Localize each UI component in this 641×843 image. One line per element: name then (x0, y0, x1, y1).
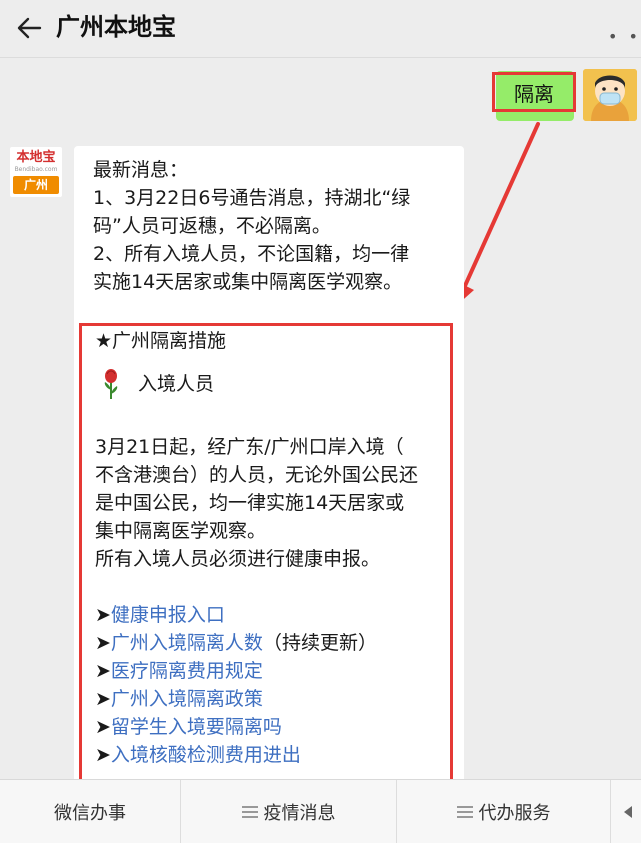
link-row: ➤医疗隔离费用规定 (95, 657, 450, 685)
user-avatar[interactable] (583, 69, 637, 121)
link-quarantine-policy[interactable]: 广州入境隔离政策 (111, 688, 263, 710)
menu-divider (610, 780, 611, 843)
menu-epidemic-news[interactable]: 疫情消息 (181, 780, 396, 843)
link-students-quarantine[interactable]: 留学生入境要隔离吗 (111, 716, 282, 738)
bullet-arrow-icon: ➤ (95, 604, 111, 626)
bullet-arrow-icon: ➤ (95, 716, 111, 738)
bullet-arrow-icon: ➤ (95, 688, 111, 710)
link-test-fees[interactable]: 入境核酸检测费用进出 (111, 744, 301, 766)
official-account-avatar[interactable]: 本地宝 Bendibao.com 广州 (10, 147, 62, 197)
intro-line: 2、所有入境人员，不论国籍，均一律 (93, 243, 410, 265)
menu-wechat-services[interactable]: 微信办事 (0, 780, 180, 843)
bottom-menu-bar: 微信办事 疫情消息 代办服务 (0, 779, 641, 843)
link-suffix: （持续更新） (262, 632, 377, 654)
intro-line: 实施14天居家或集中隔离医学观察。 (93, 271, 403, 293)
highlight-frame: ★广州隔离措施 入境人员 3月21日起，经广东/广州口岸入境（ 不含港澳台）的人… (79, 323, 453, 787)
link-row: ➤广州入境隔离人数（持续更新） (95, 629, 450, 657)
link-quarantine-count[interactable]: 广州入境隔离人数 (111, 632, 263, 654)
bot-intro-text: 最新消息： 1、3月22日6号通告消息，持湖北“绿 码”人员可返穗，不必隔离。 … (93, 156, 458, 296)
subsection-header: 入境人员 (95, 363, 450, 405)
menu-agency-services[interactable]: 代办服务 (397, 780, 610, 843)
body-line: 所有入境人员必须进行健康申报。 (95, 548, 381, 570)
menu-label: 微信办事 (54, 803, 126, 824)
quarantine-measures: ★广州隔离措施 入境人员 3月21日起，经广东/广州口岸入境（ 不含港澳台）的人… (95, 327, 450, 769)
intro-line: 1、3月22日6号通告消息，持湖北“绿 (93, 187, 411, 209)
chat-header: 广州本地宝 • • (0, 0, 641, 58)
body-line: 是中国公民，均一律实施14天居家或 (95, 492, 405, 514)
menu-label: 疫情消息 (263, 803, 336, 824)
avatar-city-label: 广州 (13, 176, 59, 194)
subsection-label: 入境人员 (138, 373, 215, 395)
intro-line: 码”人员可返穗，不必隔离。 (93, 215, 331, 237)
link-row: ➤健康申报入口 (95, 601, 450, 629)
rose-icon (104, 369, 118, 399)
back-arrow-icon[interactable] (14, 13, 44, 43)
more-options-icon[interactable]: • • (608, 27, 641, 46)
link-quarantine-fees[interactable]: 医疗隔离费用规定 (111, 660, 263, 682)
intro-line: 最新消息： (93, 159, 189, 181)
section-title: ★广州隔离措施 (95, 330, 227, 352)
bullet-arrow-icon: ➤ (95, 632, 111, 654)
body-line: 集中隔离医学观察。 (95, 520, 267, 542)
link-row: ➤入境核酸检测费用进出 (95, 741, 450, 769)
link-row: ➤留学生入境要隔离吗 (95, 713, 450, 741)
user-message-text: 隔离 (492, 72, 576, 112)
menu-label: 代办服务 (478, 803, 551, 824)
cartoon-avatar-icon (583, 69, 637, 121)
hamburger-menu-icon (456, 806, 473, 818)
body-line: 3月21日起，经广东/广州口岸入境（ (95, 436, 404, 458)
chat-title: 广州本地宝 (56, 13, 176, 41)
link-row: ➤广州入境隔离政策 (95, 685, 450, 713)
bullet-arrow-icon: ➤ (95, 744, 111, 766)
keyboard-toggle-icon[interactable] (624, 806, 634, 818)
hamburger-menu-icon (241, 806, 258, 818)
avatar-logo-url: Bendibao.com (14, 166, 58, 173)
link-health-declaration[interactable]: 健康申报入口 (111, 604, 225, 626)
bullet-arrow-icon: ➤ (95, 660, 111, 682)
body-line: 不含港澳台）的人员，无论外国公民还 (95, 464, 419, 486)
